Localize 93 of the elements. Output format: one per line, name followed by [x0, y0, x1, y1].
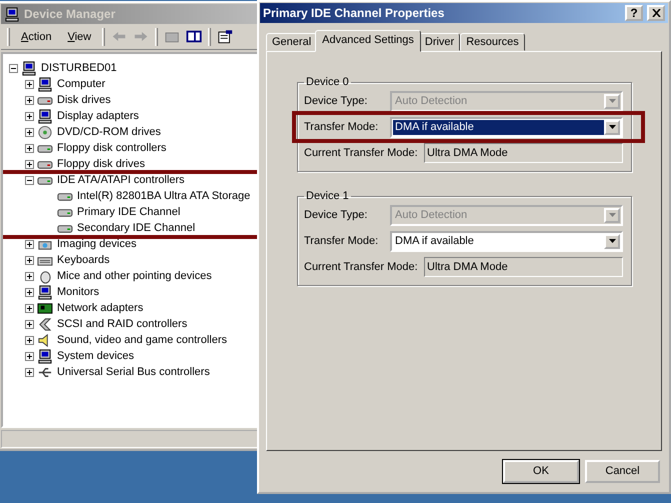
plus-icon — [26, 304, 33, 312]
tree-item[interactable]: Sound, video and game controllers — [56, 334, 228, 346]
computer-icon — [37, 348, 53, 364]
expand-button[interactable] — [25, 256, 34, 264]
tree-item[interactable]: Display adapters — [56, 110, 140, 122]
field-label: Device Type: — [304, 209, 368, 221]
disc-icon — [37, 124, 53, 140]
close-icon — [652, 9, 660, 17]
tree-item[interactable]: Primary IDE Channel — [76, 206, 182, 218]
connector-icon — [37, 316, 53, 332]
expand-button[interactable] — [25, 352, 34, 360]
plus-icon — [26, 80, 33, 88]
expand-button[interactable] — [25, 128, 34, 136]
computer-icon — [21, 60, 37, 76]
dropdown[interactable]: DMA if available — [390, 116, 623, 138]
group-title: Device 0 — [305, 76, 350, 88]
tree-item[interactable]: System devices — [56, 350, 136, 362]
field-label: Device Type: — [304, 95, 368, 107]
computer-icon — [4, 6, 20, 22]
expand-button[interactable] — [25, 288, 34, 296]
plus-icon — [26, 240, 33, 248]
tree-item[interactable]: Imaging devices — [56, 238, 138, 250]
expand-button[interactable] — [25, 80, 34, 88]
dropdown-arrow-button[interactable] — [604, 120, 620, 134]
group-title: Device 1 — [305, 190, 350, 202]
caret-icon — [608, 125, 616, 129]
tree-item[interactable]: Network adapters — [56, 302, 144, 314]
tree-item[interactable]: DISTURBED01 — [40, 62, 118, 74]
tab[interactable]: General — [266, 33, 318, 51]
plus-icon — [26, 368, 33, 376]
caret-icon — [608, 239, 616, 243]
plus-icon — [26, 128, 33, 136]
dialog-button[interactable]: Cancel — [585, 460, 660, 482]
plus-icon — [26, 272, 33, 280]
card-icon — [37, 300, 53, 316]
expand-button[interactable] — [25, 272, 34, 280]
plus-icon — [26, 320, 33, 328]
monitor-icon — [37, 284, 53, 300]
tab[interactable]: Resources — [460, 33, 525, 51]
readonly-field: Ultra DMA Mode — [424, 257, 623, 277]
expand-button[interactable] — [25, 304, 34, 312]
field-label: Transfer Mode: — [304, 235, 380, 247]
dialog-button[interactable]: OK — [503, 460, 579, 482]
tree-item[interactable]: Universal Serial Bus controllers — [56, 366, 211, 378]
plus-icon — [26, 256, 33, 264]
field-label: Current Transfer Mode: — [304, 147, 419, 159]
menu-item[interactable]: Action — [16, 28, 57, 44]
tree-item[interactable]: Computer — [56, 78, 106, 90]
caret-icon — [608, 99, 616, 103]
tree-item[interactable]: Disk drives — [56, 94, 112, 106]
expand-button[interactable] — [25, 96, 34, 104]
collapse-button[interactable] — [25, 176, 34, 184]
expand-button[interactable] — [25, 368, 34, 376]
tab[interactable]: Driver — [418, 33, 460, 51]
tree-item[interactable]: Mice and other pointing devices — [56, 270, 213, 282]
expand-button[interactable] — [25, 320, 34, 328]
computer-icon — [37, 76, 53, 92]
expand-button[interactable] — [25, 336, 34, 344]
caret-icon — [608, 213, 616, 217]
tree-item[interactable]: SCSI and RAID controllers — [56, 318, 188, 330]
help-button[interactable]: ? — [625, 5, 643, 21]
tree-item[interactable]: Intel(R) 82801BA Ultra ATA Storage — [76, 190, 252, 202]
field-label: Current Transfer Mode: — [304, 261, 419, 273]
plus-icon — [26, 112, 33, 120]
readonly-field: Ultra DMA Mode — [424, 143, 623, 163]
monitor-icon — [37, 108, 53, 124]
plus-icon — [26, 144, 33, 152]
close-button[interactable] — [647, 5, 665, 21]
pane-icon[interactable] — [186, 29, 202, 44]
tree-item[interactable]: Floppy disk drives — [56, 158, 146, 170]
plus-icon — [26, 160, 33, 168]
field-label: Transfer Mode: — [304, 121, 380, 133]
plus-icon — [26, 336, 33, 344]
properties-icon[interactable] — [217, 29, 234, 44]
tree-item[interactable]: Secondary IDE Channel — [76, 222, 196, 234]
plus-icon — [26, 352, 33, 360]
plus-icon — [26, 96, 33, 104]
dialog-title: Primary IDE Channel Properties — [263, 6, 446, 20]
dropdown-arrow-button[interactable] — [604, 234, 620, 248]
tab[interactable]: Advanced Settings — [315, 30, 421, 52]
tree-item[interactable]: Monitors — [56, 286, 100, 298]
dropdown[interactable]: DMA if available — [390, 230, 623, 252]
menu-item[interactable]: View — [62, 28, 96, 44]
tree-item[interactable]: IDE ATA/ATAPI controllers — [56, 174, 186, 186]
tree-item[interactable]: DVD/CD-ROM drives — [56, 126, 162, 138]
expand-button[interactable] — [25, 112, 34, 120]
expand-button[interactable] — [25, 144, 34, 152]
tree-item[interactable]: Keyboards — [56, 254, 111, 266]
expand-button[interactable] — [25, 240, 34, 248]
expand-button[interactable] — [25, 160, 34, 168]
tree-item[interactable]: Floppy disk controllers — [56, 142, 168, 154]
plus-icon — [26, 288, 33, 296]
collapse-button[interactable] — [9, 64, 18, 72]
